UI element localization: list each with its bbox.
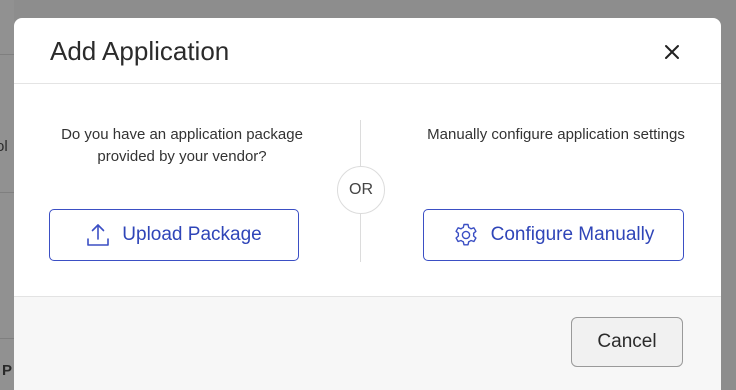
background-divider — [0, 192, 14, 193]
manual-option: Manually configure application settings … — [416, 84, 696, 296]
or-separator: OR — [337, 166, 385, 214]
add-application-dialog: Add Application Do you have an applicati… — [14, 18, 721, 390]
background-text-fragment: P — [2, 362, 13, 379]
cancel-button[interactable]: Cancel — [571, 317, 683, 367]
dialog-header: Add Application — [14, 18, 721, 84]
close-icon — [665, 45, 679, 59]
vertical-divider-bottom — [360, 214, 361, 262]
manual-prompt: Manually configure application settings — [427, 126, 685, 143]
upload-package-button[interactable]: Upload Package — [49, 209, 299, 261]
background-page-edge — [0, 0, 14, 390]
close-button[interactable] — [658, 38, 686, 66]
configure-manually-button[interactable]: Configure Manually — [423, 209, 684, 261]
background-text-fragment: ol — [0, 138, 8, 155]
background-divider — [0, 54, 14, 55]
vertical-divider-top — [360, 120, 361, 166]
upload-package-label: Upload Package — [122, 224, 262, 245]
upload-prompt: Do you have an application package provi… — [61, 126, 303, 165]
gear-icon — [455, 223, 477, 246]
upload-option: Do you have an application package provi… — [42, 84, 322, 296]
background-divider — [0, 338, 14, 339]
configure-manually-label: Configure Manually — [490, 224, 655, 245]
dialog-body: Do you have an application package provi… — [14, 84, 721, 296]
dialog-title: Add Application — [50, 36, 230, 66]
upload-icon — [87, 224, 110, 246]
dialog-footer: Cancel — [14, 296, 721, 390]
